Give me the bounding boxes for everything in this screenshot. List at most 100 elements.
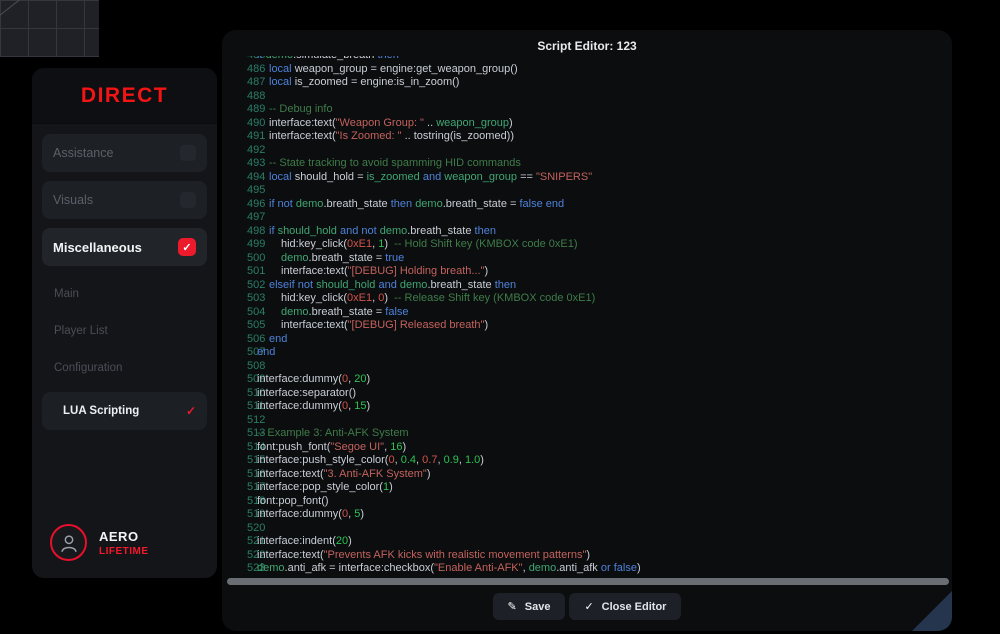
resize-grip[interactable]: [912, 591, 952, 631]
sidebar-item-player-list[interactable]: Player List: [42, 312, 207, 349]
sidebar-item-label: LUA Scripting: [63, 405, 139, 417]
line-number: 494: [222, 171, 257, 185]
code-line: 488: [222, 90, 952, 104]
sidebar-item-configuration[interactable]: Configuration: [42, 349, 207, 386]
code-text: local is_zoomed = engine:is_in_zoom(): [257, 76, 459, 90]
grid-diagonal-line: [0, 0, 25, 17]
code-text: [257, 144, 269, 158]
line-number: 519: [222, 508, 257, 522]
miscellaneous-checkbox[interactable]: ✓: [178, 238, 196, 256]
sidebar-menu: Assistance Visuals Miscellaneous ✓ Main …: [32, 124, 217, 449]
close-editor-button-label: Close Editor: [602, 601, 667, 613]
user-plan-badge: LIFETIME: [99, 546, 149, 557]
sidebar-item-label: Visuals: [53, 193, 93, 207]
code-text: interface:indent(20): [257, 535, 352, 549]
code-text: [257, 211, 269, 225]
sidebar-item-visuals[interactable]: Visuals: [42, 181, 207, 219]
code-text: font:pop_font(): [257, 495, 329, 509]
brand-logo: DIRECT: [81, 84, 168, 108]
sidebar-item-miscellaneous[interactable]: Miscellaneous ✓: [42, 228, 207, 266]
code-line: 491interface:text("Is Zoomed: " .. tostr…: [222, 130, 952, 144]
code-text: interface:push_style_color(0, 0.4, 0.7, …: [257, 454, 484, 468]
code-line: 497: [222, 211, 952, 225]
check-icon: ✓: [584, 600, 593, 613]
code-line: 504demo.breath_state = false: [222, 306, 952, 320]
line-number: 495: [222, 184, 257, 198]
sidebar-item-assistance[interactable]: Assistance: [42, 134, 207, 172]
sidebar-item-main[interactable]: Main: [42, 275, 207, 312]
visuals-checkbox[interactable]: [180, 192, 196, 208]
code-line: 511interface:dummy(0, 15): [222, 400, 952, 414]
code-line: 513-- Example 3: Anti-AFK System: [222, 427, 952, 441]
sidebar-item-label: Player List: [54, 325, 108, 337]
script-editor-window: Script Editor: 123 485if demo.simulate_b…: [222, 30, 952, 631]
editor-footer: ✎ Save ✓ Close Editor: [222, 593, 952, 620]
line-number: 498: [222, 225, 257, 239]
line-number: 516: [222, 468, 257, 482]
code-text: end: [257, 333, 287, 347]
line-number: 499: [222, 238, 257, 252]
code-line: 515interface:push_style_color(0, 0.4, 0.…: [222, 454, 952, 468]
code-line: 510interface:separator(): [222, 387, 952, 401]
background-grid-decoration: [0, 0, 99, 57]
line-number: 521: [222, 535, 257, 549]
line-number: 492: [222, 144, 257, 158]
code-text: -- Debug info: [257, 103, 333, 117]
code-text: interface:dummy(0, 20): [257, 373, 370, 387]
line-number: 522: [222, 549, 257, 563]
assistance-checkbox[interactable]: [180, 145, 196, 161]
line-number: 507: [222, 346, 257, 360]
code-line: 517interface:pop_style_color(1): [222, 481, 952, 495]
code-line: 520: [222, 522, 952, 536]
code-line: 519interface:dummy(0, 5): [222, 508, 952, 522]
line-number: 501: [222, 265, 257, 279]
code-line: 492: [222, 144, 952, 158]
line-number: 497: [222, 211, 257, 225]
line-number: 487: [222, 76, 257, 90]
code-line: 493-- State tracking to avoid spamming H…: [222, 157, 952, 171]
code-text: interface:dummy(0, 15): [257, 400, 370, 414]
line-number: 488: [222, 90, 257, 104]
line-number: 518: [222, 495, 257, 509]
horizontal-scrollbar[interactable]: [227, 578, 949, 585]
user-profile[interactable]: AERO LIFETIME: [50, 524, 149, 561]
code-line: 523demo.anti_afk = interface:checkbox("E…: [222, 562, 952, 575]
code-text: local should_hold = is_zoomed and weapon…: [257, 171, 592, 185]
line-number: 517: [222, 481, 257, 495]
line-number: 496: [222, 198, 257, 212]
code-line: 521interface:indent(20): [222, 535, 952, 549]
code-text: end: [257, 346, 275, 360]
line-number: 511: [222, 400, 257, 414]
line-number: 510: [222, 387, 257, 401]
line-number: 512: [222, 414, 257, 428]
editor-title: Script Editor: 123: [222, 30, 952, 53]
line-number: 503: [222, 292, 257, 306]
code-line: 509interface:dummy(0, 20): [222, 373, 952, 387]
close-editor-button[interactable]: ✓ Close Editor: [569, 593, 681, 620]
sidebar-item-label: Main: [54, 288, 79, 300]
code-line: 503hid:key_click(0xE1, 0) -- Release Shi…: [222, 292, 952, 306]
line-number: 508: [222, 360, 257, 374]
code-text: interface:separator(): [257, 387, 356, 401]
code-text: font:push_font("Segoe UI", 16): [257, 441, 406, 455]
code-line: 505interface:text("[DEBUG] Released brea…: [222, 319, 952, 333]
code-line: 500demo.breath_state = true: [222, 252, 952, 266]
code-text: hid:key_click(0xE1, 0) -- Release Shift …: [257, 292, 595, 306]
save-button[interactable]: ✎ Save: [493, 593, 566, 620]
code-line: 501interface:text("[DEBUG] Holding breat…: [222, 265, 952, 279]
code-line: 522interface:text("Prevents AFK kicks wi…: [222, 549, 952, 563]
line-number: 491: [222, 130, 257, 144]
person-icon: [58, 532, 80, 554]
sidebar-item-lua-scripting[interactable]: LUA Scripting ✓: [42, 392, 207, 430]
user-info: AERO LIFETIME: [99, 529, 149, 557]
code-text: -- State tracking to avoid spamming HID …: [257, 157, 521, 171]
sidebar-item-label: Configuration: [54, 362, 122, 374]
code-text: hid:key_click(0xE1, 1) -- Hold Shift key…: [257, 238, 578, 252]
pencil-icon: ✎: [508, 600, 517, 613]
code-line: 507end: [222, 346, 952, 360]
code-text: interface:text("[DEBUG] Released breath"…: [257, 319, 488, 333]
code-line: 499hid:key_click(0xE1, 1) -- Hold Shift …: [222, 238, 952, 252]
code-text: if should_hold and not demo.breath_state…: [257, 225, 496, 239]
code-line: 512: [222, 414, 952, 428]
code-area[interactable]: 485if demo.simulate_breath then486local …: [222, 56, 952, 575]
